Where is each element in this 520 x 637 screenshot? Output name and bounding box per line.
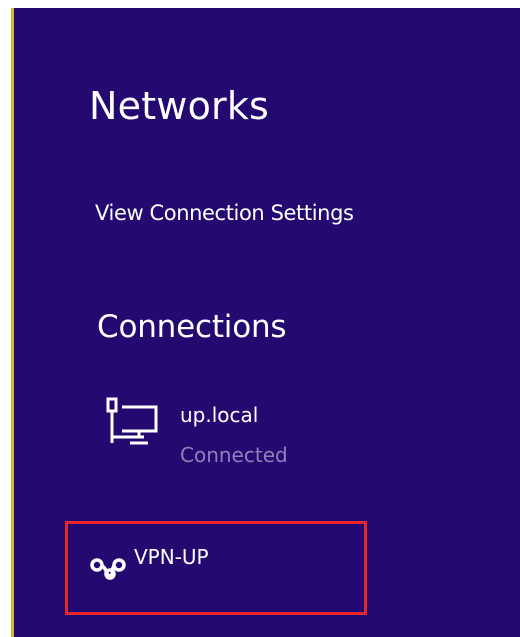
connection-item-vpn-up[interactable]: VPN-UP [65,521,367,615]
connection-name: up.local [180,403,259,427]
connection-item-up-local[interactable]: up.local Connected [91,390,341,480]
pane-title: Networks [89,84,270,128]
vpn-icon [89,554,127,586]
pane-edge [11,8,14,637]
view-connection-settings-link[interactable]: View Connection Settings [95,201,354,225]
connections-heading: Connections [97,309,287,345]
ethernet-icon [104,397,162,451]
networks-pane: Networks View Connection Settings Connec… [11,8,520,637]
connection-status: Connected [180,443,288,467]
connection-name: VPN-UP [134,545,209,569]
